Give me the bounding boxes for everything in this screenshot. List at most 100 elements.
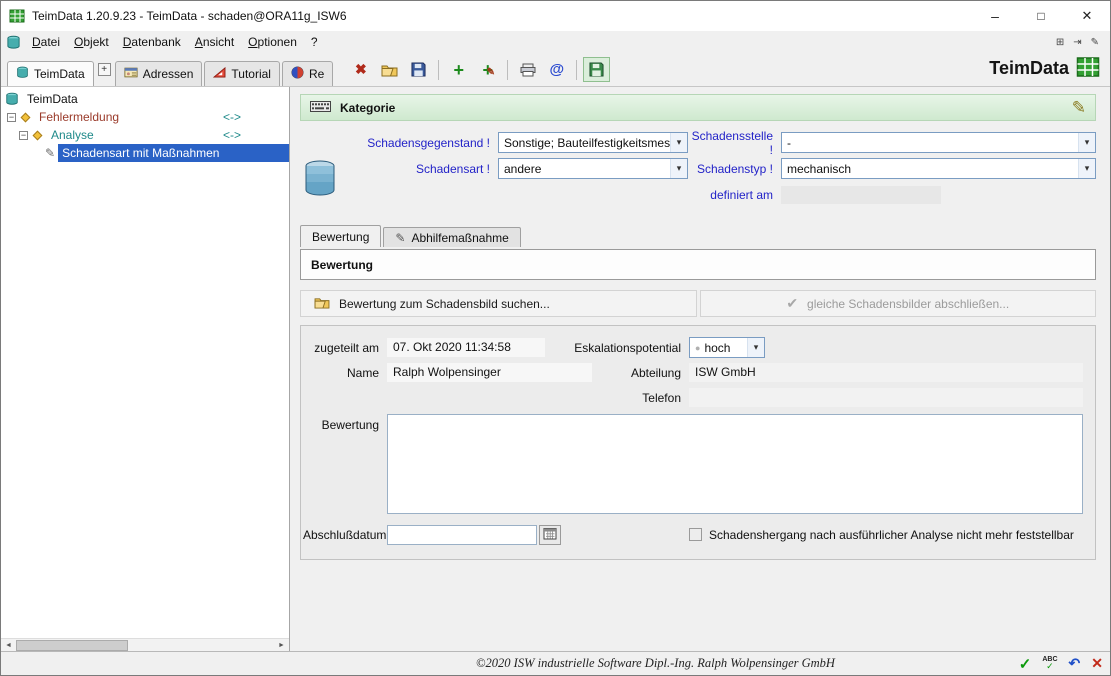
chevron-down-icon[interactable]: ▾ [670,133,687,152]
undo-icon[interactable]: ↶ [1069,655,1081,672]
schadenstyp-label: Schadenstyp ! [688,162,773,176]
scroll-right-icon[interactable]: ► [274,642,289,649]
add-button[interactable]: + [445,57,472,82]
menu-ansicht[interactable]: Ansicht [188,33,241,51]
collapse-icon[interactable]: − [7,113,16,122]
form-row: Abschlußdatum Schadenshergang nach ausfü… [303,522,1087,547]
app-window: TeimData 1.20.9.23 - TeimData - schaden@… [0,0,1111,676]
category-row: Schadensart ! andere ▾ Schadenstyp ! mec… [300,156,1096,181]
tab-adressen[interactable]: Adressen [115,61,203,86]
schadensstelle-dropdown[interactable]: - ▾ [781,132,1096,153]
menu-datenbank[interactable]: Datenbank [116,33,188,51]
maximize-button[interactable]: □ [1018,1,1064,31]
eskalationspotential-label: Eskalationspotential [545,341,681,355]
definiert-am-field [781,186,941,204]
save-record-button[interactable] [583,57,610,82]
eskalationspotential-dropdown[interactable]: ● hoch ▾ [689,337,765,358]
schadensgegenstand-label: Schadensgegenstand ! [300,136,490,150]
printer-icon [520,63,536,77]
horizontal-scrollbar[interactable]: ◄ ► [1,638,289,651]
spellcheck-icon[interactable]: ABC ✓ [1042,656,1057,671]
tab-re[interactable]: Re [282,61,333,86]
form-row: zugeteilt am 07. Okt 2020 11:34:58 Eskal… [303,335,1087,360]
dock-icon[interactable]: ⊞ [1056,37,1064,48]
tree-item-fehlermeldung[interactable]: − Fehlermeldung <-> [1,108,289,126]
database-icon [16,66,29,82]
status-dot-icon: ● [695,343,700,353]
tree-item-schadensart[interactable]: ✎ Schadensart mit Maßnahmen Sonstige; Ba… [1,144,289,162]
floppy-icon [411,62,426,77]
schadenstyp-dropdown[interactable]: mechanisch ▾ [781,158,1096,179]
bewertung-textarea[interactable] [387,414,1083,514]
window-controls: – □ ✕ [972,1,1110,31]
scroll-left-icon[interactable]: ◄ [1,642,16,649]
feststellbar-checkbox-group[interactable]: Schadenshergang nach ausführlicher Analy… [689,528,1074,542]
schadensart-dropdown[interactable]: andere ▾ [498,158,688,179]
form-row: Name Ralph Wolpensinger Abteilung ISW Gm… [303,360,1087,385]
menu-objekt[interactable]: Objekt [67,33,116,51]
category-title: Kategorie [340,101,395,115]
database-icon [5,92,19,106]
menu-optionen[interactable]: Optionen [241,33,304,51]
checkbox-icon[interactable] [689,528,702,541]
calendar-button[interactable] [539,525,561,545]
schadensstelle-label: Schadensstelle ! [688,129,773,157]
print-button[interactable] [514,57,541,82]
category-header: Kategorie ✎ [300,94,1096,121]
minimize-button[interactable]: – [972,1,1018,31]
open-button[interactable] [376,57,403,82]
abschlussdatum-input[interactable] [387,525,537,545]
collapse-icon[interactable]: − [19,131,28,140]
close-button[interactable]: ✕ [1064,1,1110,31]
delete-record-button[interactable]: ✖ [347,57,374,82]
tab-bewertung[interactable]: Bewertung [300,225,381,247]
cancel-icon[interactable]: ✕ [1091,655,1103,672]
open-folder-icon [314,296,330,312]
add-tab-icon[interactable]: + [98,63,111,76]
save-button[interactable] [405,57,432,82]
name-field: Ralph Wolpensinger [387,363,592,382]
add-edit-button[interactable]: +✎ [474,57,501,82]
edit-pencil-icon[interactable]: ✎ [1072,98,1086,118]
tree-item-label: Fehlermeldung [36,108,122,126]
zugeteilt-am-label: zugeteilt am [303,341,379,355]
pin-icon[interactable]: ⇥ [1073,37,1081,48]
edit-icon[interactable]: ✎ [1091,37,1099,48]
tutorial-icon [213,67,226,81]
category-form: Schadensgegenstand ! Sonstige; Bauteilfe… [290,121,1110,210]
window-title: TeimData 1.20.9.23 - TeimData - schaden@… [32,9,347,23]
copyright-text: ©2020 ISW industrielle Software Dipl.-In… [301,652,1010,674]
tree-root[interactable]: TeimData [1,90,289,108]
tab-label: Abhilfemaßnahme [411,231,508,245]
check-icon: ✔ [786,295,798,312]
confirm-icon[interactable]: ✓ [1019,655,1032,673]
toolbar-separator [438,60,439,80]
open-folder-icon [381,63,398,77]
menu-datei[interactable]: Datei [25,33,67,51]
telefon-label: Telefon [545,391,681,405]
chevron-down-icon[interactable]: ▾ [1078,133,1095,152]
menu-help[interactable]: ? [304,33,325,51]
plus-icon: + [454,62,465,78]
chevron-down-icon[interactable]: ▾ [1078,159,1095,178]
chevron-down-icon[interactable]: ▾ [670,159,687,178]
database-icon[interactable] [6,35,21,50]
brand-text: TeimData [989,58,1069,79]
scrollbar-thumb[interactable] [16,640,128,651]
tab-teimdata[interactable]: TeimData [7,61,94,86]
schadensbilder-abschliessen-button[interactable]: ✔ gleiche Schadensbilder abschließen... [700,290,1097,317]
zugeteilt-am-field: 07. Okt 2020 11:34:58 [387,338,545,357]
schadensbild-suchen-button[interactable]: Bewertung zum Schadensbild suchen... [300,290,697,317]
schadensgegenstand-dropdown[interactable]: Sonstige; Bauteilfestigkeitsmessung; Bau… [498,132,688,153]
tab-tutorial[interactable]: Tutorial [204,61,280,86]
diamond-icon [21,112,31,122]
tab-abhilfemassnahme[interactable]: ✎ Abhilfemaßnahme [383,227,520,247]
abschlussdatum-label: Abschlußdatum [303,528,383,542]
bewertung-label: Bewertung [303,414,379,432]
chevron-down-icon[interactable]: ▾ [747,338,764,357]
bewertung-form: zugeteilt am 07. Okt 2020 11:34:58 Eskal… [300,325,1096,560]
email-button[interactable]: @ [543,57,570,82]
tab-label: Adressen [143,67,194,81]
tree-item-analyse[interactable]: − Analyse <-> [1,126,289,144]
floppy-green-icon [589,62,604,77]
